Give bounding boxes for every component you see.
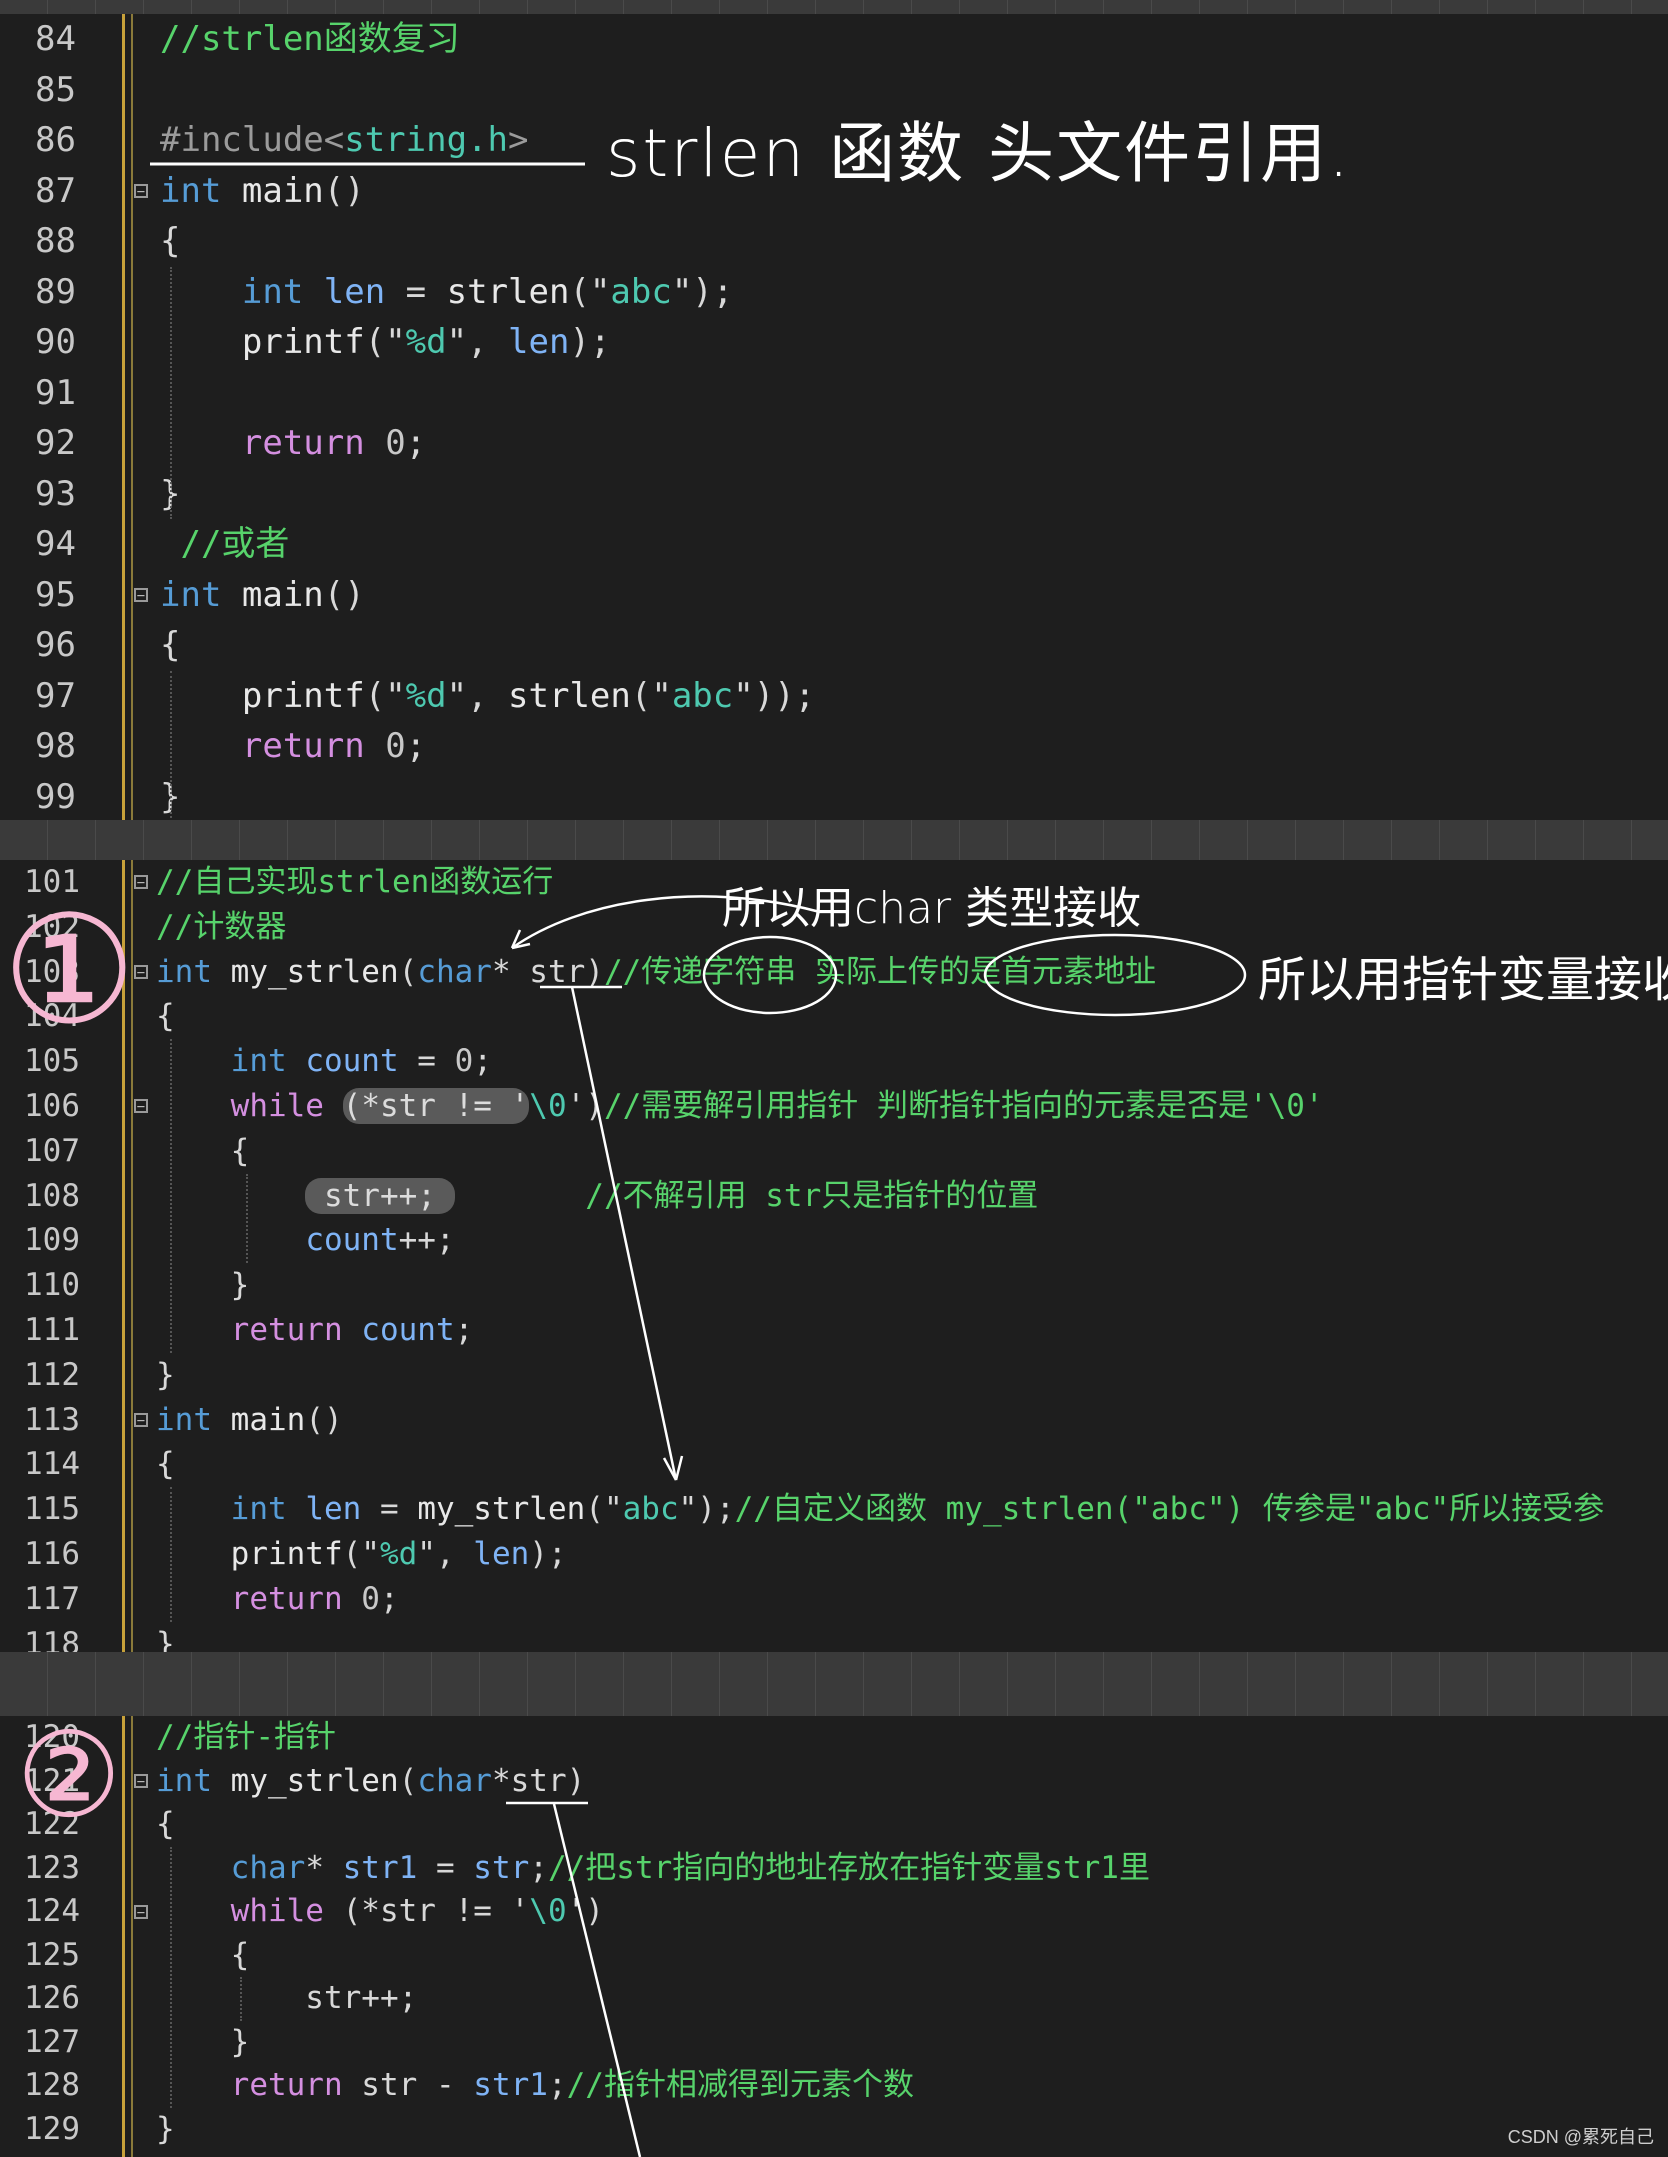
circle-first-address [983,933,1247,1017]
arrow-to-abc [570,986,678,1481]
watermark: CSDN @累死自己 [1507,2127,1654,2147]
annotation-strokes [150,162,1247,2157]
line-to-bottom [552,1803,642,2157]
circle-string [702,935,838,1015]
arrow-to-char [511,895,821,950]
